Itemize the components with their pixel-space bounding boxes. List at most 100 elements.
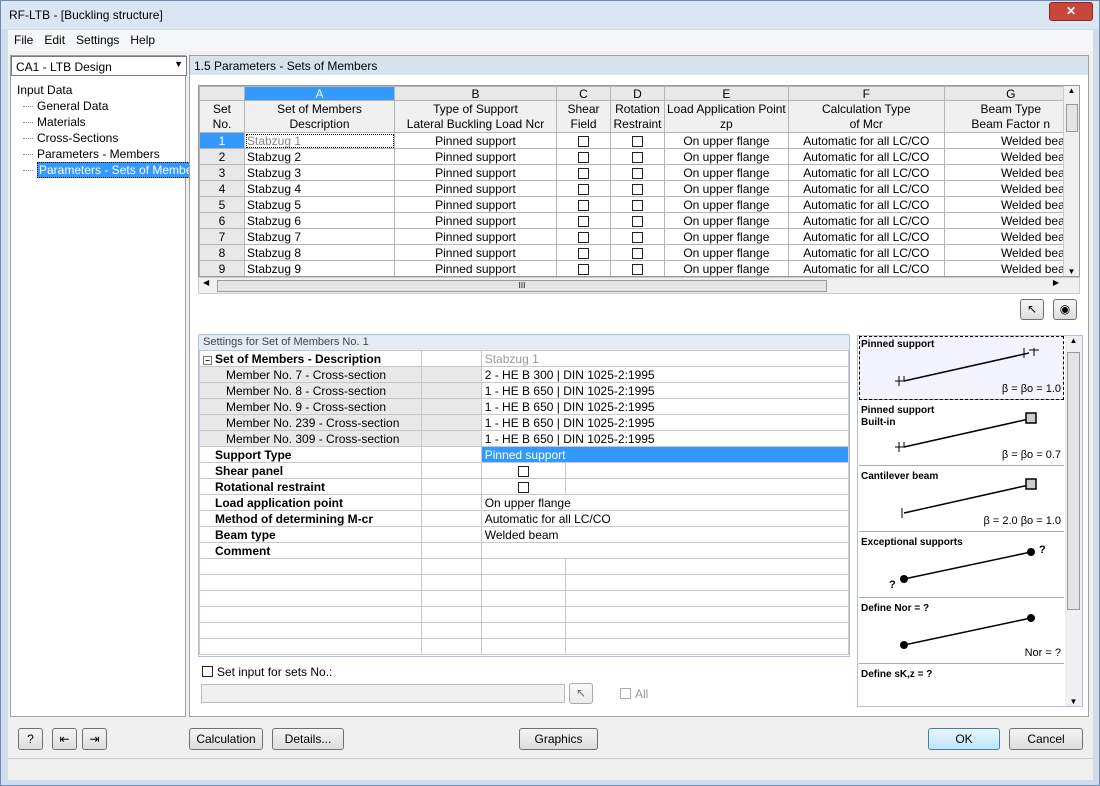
property-value[interactable]: Pinned support: [480, 446, 850, 463]
load-point-cell[interactable]: On upper flange: [664, 132, 789, 149]
column-letter[interactable]: B: [394, 86, 557, 101]
support-cell[interactable]: Pinned support: [394, 164, 557, 181]
set-input-field[interactable]: [201, 684, 565, 703]
row-number[interactable]: 1: [199, 132, 245, 149]
column-letter[interactable]: G: [943, 86, 1078, 101]
description-cell[interactable]: Stabzug 7: [244, 228, 395, 245]
table-row[interactable]: 3 Stabzug 3 Pinned support On upper flange A…: [199, 164, 1078, 181]
vertical-scrollbar[interactable]: ▲ ▼: [1063, 86, 1079, 276]
support-cell[interactable]: Pinned support: [394, 180, 557, 197]
tree-item-cross-sections[interactable]: Cross-Sections: [17, 130, 204, 146]
close-icon[interactable]: ✕: [1049, 2, 1093, 21]
beam-type-cell[interactable]: Welded beam: [943, 164, 1078, 181]
shear-field-checkbox[interactable]: [556, 212, 611, 229]
column-header[interactable]: Set No.: [199, 100, 245, 133]
picture-scrollbar[interactable]: ▲ ▼: [1065, 336, 1082, 706]
table-row[interactable]: 7 Stabzug 7 Pinned support On upper flange A…: [199, 228, 1078, 245]
rotation-restraint-checkbox[interactable]: [610, 148, 665, 165]
support-picture-5[interactable]: Define sK,z = ?: [859, 666, 1064, 706]
row-number[interactable]: 2: [199, 148, 245, 165]
chevron-down-icon[interactable]: ▼: [174, 59, 183, 69]
row-number[interactable]: 8: [199, 244, 245, 261]
beam-type-cell[interactable]: Welded beam: [943, 180, 1078, 197]
column-letter[interactable]: A: [244, 86, 395, 101]
description-cell[interactable]: Stabzug 3: [244, 164, 395, 181]
all-checkbox[interactable]: [620, 688, 631, 699]
menu-file[interactable]: File: [8, 30, 38, 47]
description-cell[interactable]: Stabzug 6: [244, 212, 395, 229]
column-letter[interactable]: F: [787, 86, 945, 101]
pick-icon[interactable]: ↖: [1020, 299, 1044, 320]
tree-root[interactable]: Input Data: [17, 82, 204, 98]
member-cross-section[interactable]: 2 - HE B 300 | DIN 1025-2:1995: [480, 366, 850, 383]
description-cell[interactable]: Stabzug 9: [244, 260, 395, 276]
member-cross-section[interactable]: 1 - HE B 650 | DIN 1025-2:1995: [480, 430, 850, 447]
row-number[interactable]: 6: [199, 212, 245, 229]
column-header[interactable]: Load Application Point zp: [664, 100, 789, 133]
ok-button[interactable]: OK: [928, 728, 1000, 750]
description-cell[interactable]: Stabzug 8: [244, 244, 395, 261]
calc-type-cell[interactable]: Automatic for all LC/CO: [787, 148, 945, 165]
support-picture-3[interactable]: ?? Exceptional supports: [859, 534, 1064, 598]
eye-icon[interactable]: ◉: [1053, 299, 1077, 320]
support-cell[interactable]: Pinned support: [394, 132, 557, 149]
calc-type-cell[interactable]: Automatic for all LC/CO: [787, 132, 945, 149]
tree-item-materials[interactable]: Materials: [17, 114, 204, 130]
column-header[interactable]: Calculation Type of Mcr: [787, 100, 945, 133]
rotation-restraint-checkbox[interactable]: [610, 260, 665, 276]
horizontal-scrollbar[interactable]: ◀ III ▶: [198, 277, 1080, 294]
rotation-restraint-checkbox[interactable]: [610, 212, 665, 229]
load-point-cell[interactable]: On upper flange: [664, 164, 789, 181]
member-cross-section[interactable]: 1 - HE B 650 | DIN 1025-2:1995: [480, 398, 850, 415]
row-number[interactable]: 9: [199, 260, 245, 276]
calc-type-cell[interactable]: Automatic for all LC/CO: [787, 260, 945, 276]
load-point-cell[interactable]: On upper flange: [664, 212, 789, 229]
member-cross-section[interactable]: 1 - HE B 650 | DIN 1025-2:1995: [480, 382, 850, 399]
support-picture-4[interactable]: Define Nor = ? Nor = ?: [859, 600, 1064, 664]
description-cell[interactable]: Stabzug 4: [244, 180, 395, 197]
row-number[interactable]: 4: [199, 180, 245, 197]
tree-item-general-data[interactable]: General Data: [17, 98, 204, 114]
rotation-restraint-checkbox[interactable]: [610, 244, 665, 261]
table-row[interactable]: 9 Stabzug 9 Pinned support On upper flange A…: [199, 260, 1078, 276]
beam-type-cell[interactable]: Welded beam: [943, 260, 1078, 276]
rotation-restraint-checkbox[interactable]: [610, 132, 665, 149]
description-cell[interactable]: Stabzug 5: [244, 196, 395, 213]
column-header[interactable]: Set of Members Description: [244, 100, 395, 133]
table-row[interactable]: 1 Stabzug 1 Pinned support On upper flange A…: [199, 132, 1078, 149]
shear-field-checkbox[interactable]: [556, 228, 611, 245]
calc-type-cell[interactable]: Automatic for all LC/CO: [787, 196, 945, 213]
menu-edit[interactable]: Edit: [38, 30, 70, 47]
rotation-restraint-checkbox[interactable]: [610, 164, 665, 181]
table-row[interactable]: 5 Stabzug 5 Pinned support On upper flange A…: [199, 196, 1078, 213]
set-input-checkbox[interactable]: [202, 666, 213, 677]
beam-type-cell[interactable]: Welded beam: [943, 132, 1078, 149]
menu-help[interactable]: Help: [124, 30, 160, 47]
shear-field-checkbox[interactable]: [556, 260, 611, 276]
rotation-restraint-checkbox[interactable]: [610, 228, 665, 245]
collapse-icon[interactable]: −: [203, 355, 212, 365]
support-picture-0[interactable]: Pinned support β = βo = 1.0: [859, 336, 1064, 400]
calc-type-cell[interactable]: Automatic for all LC/CO: [787, 164, 945, 181]
column-header[interactable]: Beam Type Beam Factor n: [943, 100, 1078, 133]
load-point-cell[interactable]: On upper flange: [664, 196, 789, 213]
property-value[interactable]: Welded beam: [480, 526, 850, 543]
row-number[interactable]: 3: [199, 164, 245, 181]
calc-type-cell[interactable]: Automatic for all LC/CO: [787, 228, 945, 245]
load-point-cell[interactable]: On upper flange: [664, 148, 789, 165]
shear-field-checkbox[interactable]: [556, 196, 611, 213]
beam-type-cell[interactable]: Welded beam: [943, 148, 1078, 165]
member-cross-section[interactable]: 1 - HE B 650 | DIN 1025-2:1995: [480, 414, 850, 431]
load-point-cell[interactable]: On upper flange: [664, 228, 789, 245]
column-letter[interactable]: D: [610, 86, 665, 101]
load-point-cell[interactable]: On upper flange: [664, 180, 789, 197]
description-cell[interactable]: Stabzug 2: [244, 148, 395, 165]
table-row[interactable]: 2 Stabzug 2 Pinned support On upper flange A…: [199, 148, 1078, 165]
help-icon[interactable]: ?: [18, 728, 43, 750]
beam-type-cell[interactable]: Welded beam: [943, 228, 1078, 245]
rotation-restraint-checkbox[interactable]: [610, 180, 665, 197]
load-point-cell[interactable]: On upper flange: [664, 244, 789, 261]
column-header[interactable]: Shear Field: [556, 100, 611, 133]
support-cell[interactable]: Pinned support: [394, 228, 557, 245]
support-cell[interactable]: Pinned support: [394, 148, 557, 165]
